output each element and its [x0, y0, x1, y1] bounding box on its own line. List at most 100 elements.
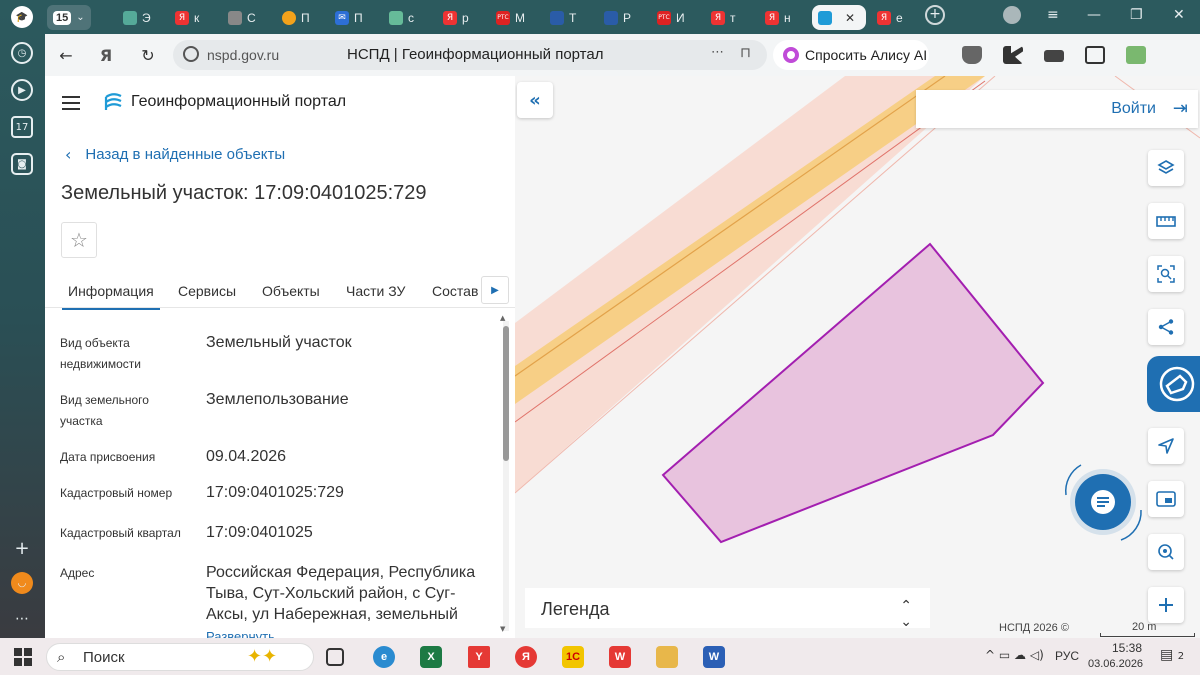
- emblem-favicon-icon: [604, 10, 618, 25]
- taskbar-search[interactable]: ⌕ Поиск ✦✦: [46, 643, 314, 671]
- add-panel-icon[interactable]: +: [11, 537, 33, 559]
- windows-start-button[interactable]: [14, 648, 32, 666]
- history-icon[interactable]: ◷: [11, 42, 33, 64]
- share-button[interactable]: [1148, 309, 1184, 345]
- play-icon[interactable]: ▶: [11, 79, 33, 101]
- property-label: Кадастровый номер: [60, 486, 173, 500]
- layers-icon: [1157, 160, 1175, 174]
- map-canvas[interactable]: [515, 76, 1200, 638]
- browser-tab[interactable]: РТС И: [651, 5, 685, 30]
- locate-button[interactable]: [1148, 428, 1184, 464]
- browser-tab-active[interactable]: ✕: [812, 5, 866, 30]
- tab-objects[interactable]: Объекты: [262, 283, 320, 299]
- alice-app-icon[interactable]: ◡: [11, 572, 33, 594]
- system-tray[interactable]: ^ ▭ ☁ ◁): [985, 648, 1044, 662]
- sparkle-icon: ✦✦: [247, 646, 278, 667]
- restore-icon[interactable]: ❐: [1130, 7, 1143, 23]
- browser-tab[interactable]: Т: [544, 5, 576, 30]
- scroll-down-icon[interactable]: ▼: [500, 625, 505, 633]
- scrollbar-thumb[interactable]: [503, 326, 509, 461]
- property-label: Адрес: [60, 566, 95, 580]
- tab-information[interactable]: Информация: [62, 283, 160, 310]
- map-view[interactable]: « Войти ⇥ Легенда ⌃ ⌄ НСПД 2026 © 20 m: [515, 76, 1200, 638]
- ask-alice-button[interactable]: Спросить Алису AI: [773, 40, 929, 70]
- more-options-icon[interactable]: ⋯: [711, 45, 724, 60]
- tab-composition[interactable]: Состав: [432, 283, 478, 299]
- legend-panel[interactable]: Легенда ⌃ ⌄: [525, 588, 930, 630]
- browser-tab[interactable]: Яр: [437, 5, 469, 30]
- tabs-scroll-right-button[interactable]: ▶: [481, 276, 509, 304]
- picture-in-picture-button[interactable]: [1148, 481, 1184, 517]
- notification-icon: ▤: [1160, 647, 1174, 663]
- geo-search-button[interactable]: [1148, 534, 1184, 570]
- measure-button[interactable]: [1148, 203, 1184, 239]
- edge-icon[interactable]: e: [373, 646, 395, 668]
- site-info-icon[interactable]: [183, 46, 199, 62]
- browser-tab[interactable]: РТС М: [490, 5, 525, 30]
- double-chevron-left-icon: «: [529, 89, 541, 111]
- shield-extension-icon[interactable]: [962, 46, 982, 64]
- hat-extension-icon[interactable]: [1044, 50, 1064, 62]
- browser-tab[interactable]: П: [276, 5, 310, 30]
- menu-icon[interactable]: [62, 96, 80, 110]
- profile-avatar[interactable]: [1003, 6, 1021, 24]
- object-card-button[interactable]: [1147, 356, 1200, 412]
- browser-tab[interactable]: Ян: [759, 5, 791, 30]
- favorite-button[interactable]: ☆: [61, 222, 97, 258]
- expand-collapse-icon[interactable]: ⌃ ⌄: [900, 598, 912, 630]
- tab-counter[interactable]: 15 ⌄: [47, 5, 91, 30]
- language-indicator[interactable]: РУС: [1055, 649, 1079, 663]
- browser-tab[interactable]: ✉ П: [329, 5, 363, 30]
- tab-parcel-parts[interactable]: Части ЗУ: [346, 283, 405, 299]
- browser-tab[interactable]: Яе: [871, 5, 903, 30]
- new-tab-icon[interactable]: +: [925, 5, 945, 25]
- notifications-button[interactable]: ▤ 2: [1160, 647, 1184, 663]
- close-window-icon[interactable]: ✕: [1173, 7, 1185, 23]
- browser-tab[interactable]: Э: [117, 5, 151, 30]
- scrollbar[interactable]: [503, 321, 509, 631]
- browser-tab[interactable]: Р: [598, 5, 631, 30]
- yandex-home-icon[interactable]: Я: [95, 44, 117, 66]
- back-arrow-icon[interactable]: ←: [55, 44, 77, 66]
- layers-button[interactable]: [1148, 150, 1184, 186]
- word-icon[interactable]: W: [703, 646, 725, 668]
- clock-date[interactable]: 03.06.2026: [1088, 658, 1143, 670]
- clock-time[interactable]: 15:38: [1102, 641, 1152, 655]
- screenshot-icon[interactable]: ◙: [11, 153, 33, 175]
- yandex-browser-icon[interactable]: Y: [468, 646, 490, 668]
- expand-address-link[interactable]: Развернуть: [206, 629, 275, 638]
- minimize-icon[interactable]: —: [1087, 7, 1101, 23]
- browser-logo-icon[interactable]: 🎓: [11, 6, 33, 28]
- back-to-results-link[interactable]: ‹ Назад в найденные объекты: [65, 145, 285, 164]
- k-extension-icon[interactable]: [1003, 46, 1023, 64]
- zoom-in-button[interactable]: [1148, 587, 1184, 623]
- menu-icon[interactable]: ≡: [1047, 7, 1059, 23]
- area-search-button[interactable]: [1148, 256, 1184, 292]
- calendar-icon[interactable]: 17: [11, 116, 33, 138]
- url-text[interactable]: nspd.gov.ru: [207, 47, 279, 63]
- reload-icon[interactable]: ↻: [137, 44, 159, 66]
- share-icon: [1158, 319, 1174, 335]
- tab-counter-label: 15: [53, 10, 72, 25]
- browser-tab[interactable]: Як: [169, 5, 199, 30]
- login-button[interactable]: Войти ⇥: [916, 90, 1198, 128]
- collapse-panel-button[interactable]: «: [517, 82, 553, 118]
- close-tab-icon[interactable]: ✕: [845, 11, 855, 25]
- browser-tab[interactable]: С: [222, 5, 256, 30]
- browser-tab[interactable]: с: [383, 5, 414, 30]
- chat-assistant-button[interactable]: [1065, 464, 1142, 541]
- task-view-icon[interactable]: [326, 648, 344, 666]
- portal-title[interactable]: Геоинформационный портал: [131, 93, 346, 111]
- bookmark-icon[interactable]: ⊓: [740, 45, 751, 61]
- winrar-icon[interactable]: W: [609, 646, 631, 668]
- excel-icon[interactable]: X: [420, 646, 442, 668]
- 1c-icon[interactable]: 1С: [562, 646, 584, 668]
- more-icon[interactable]: ⋯: [11, 608, 33, 630]
- property-value: Земельный участок: [206, 334, 352, 351]
- file-explorer-icon[interactable]: [656, 646, 678, 668]
- puzzle-extension-icon[interactable]: [1085, 46, 1105, 64]
- tab-services[interactable]: Сервисы: [178, 283, 236, 299]
- browser-tab[interactable]: Ят: [705, 5, 736, 30]
- yandex-icon[interactable]: Я: [515, 646, 537, 668]
- download-extension-icon[interactable]: [1126, 46, 1146, 64]
